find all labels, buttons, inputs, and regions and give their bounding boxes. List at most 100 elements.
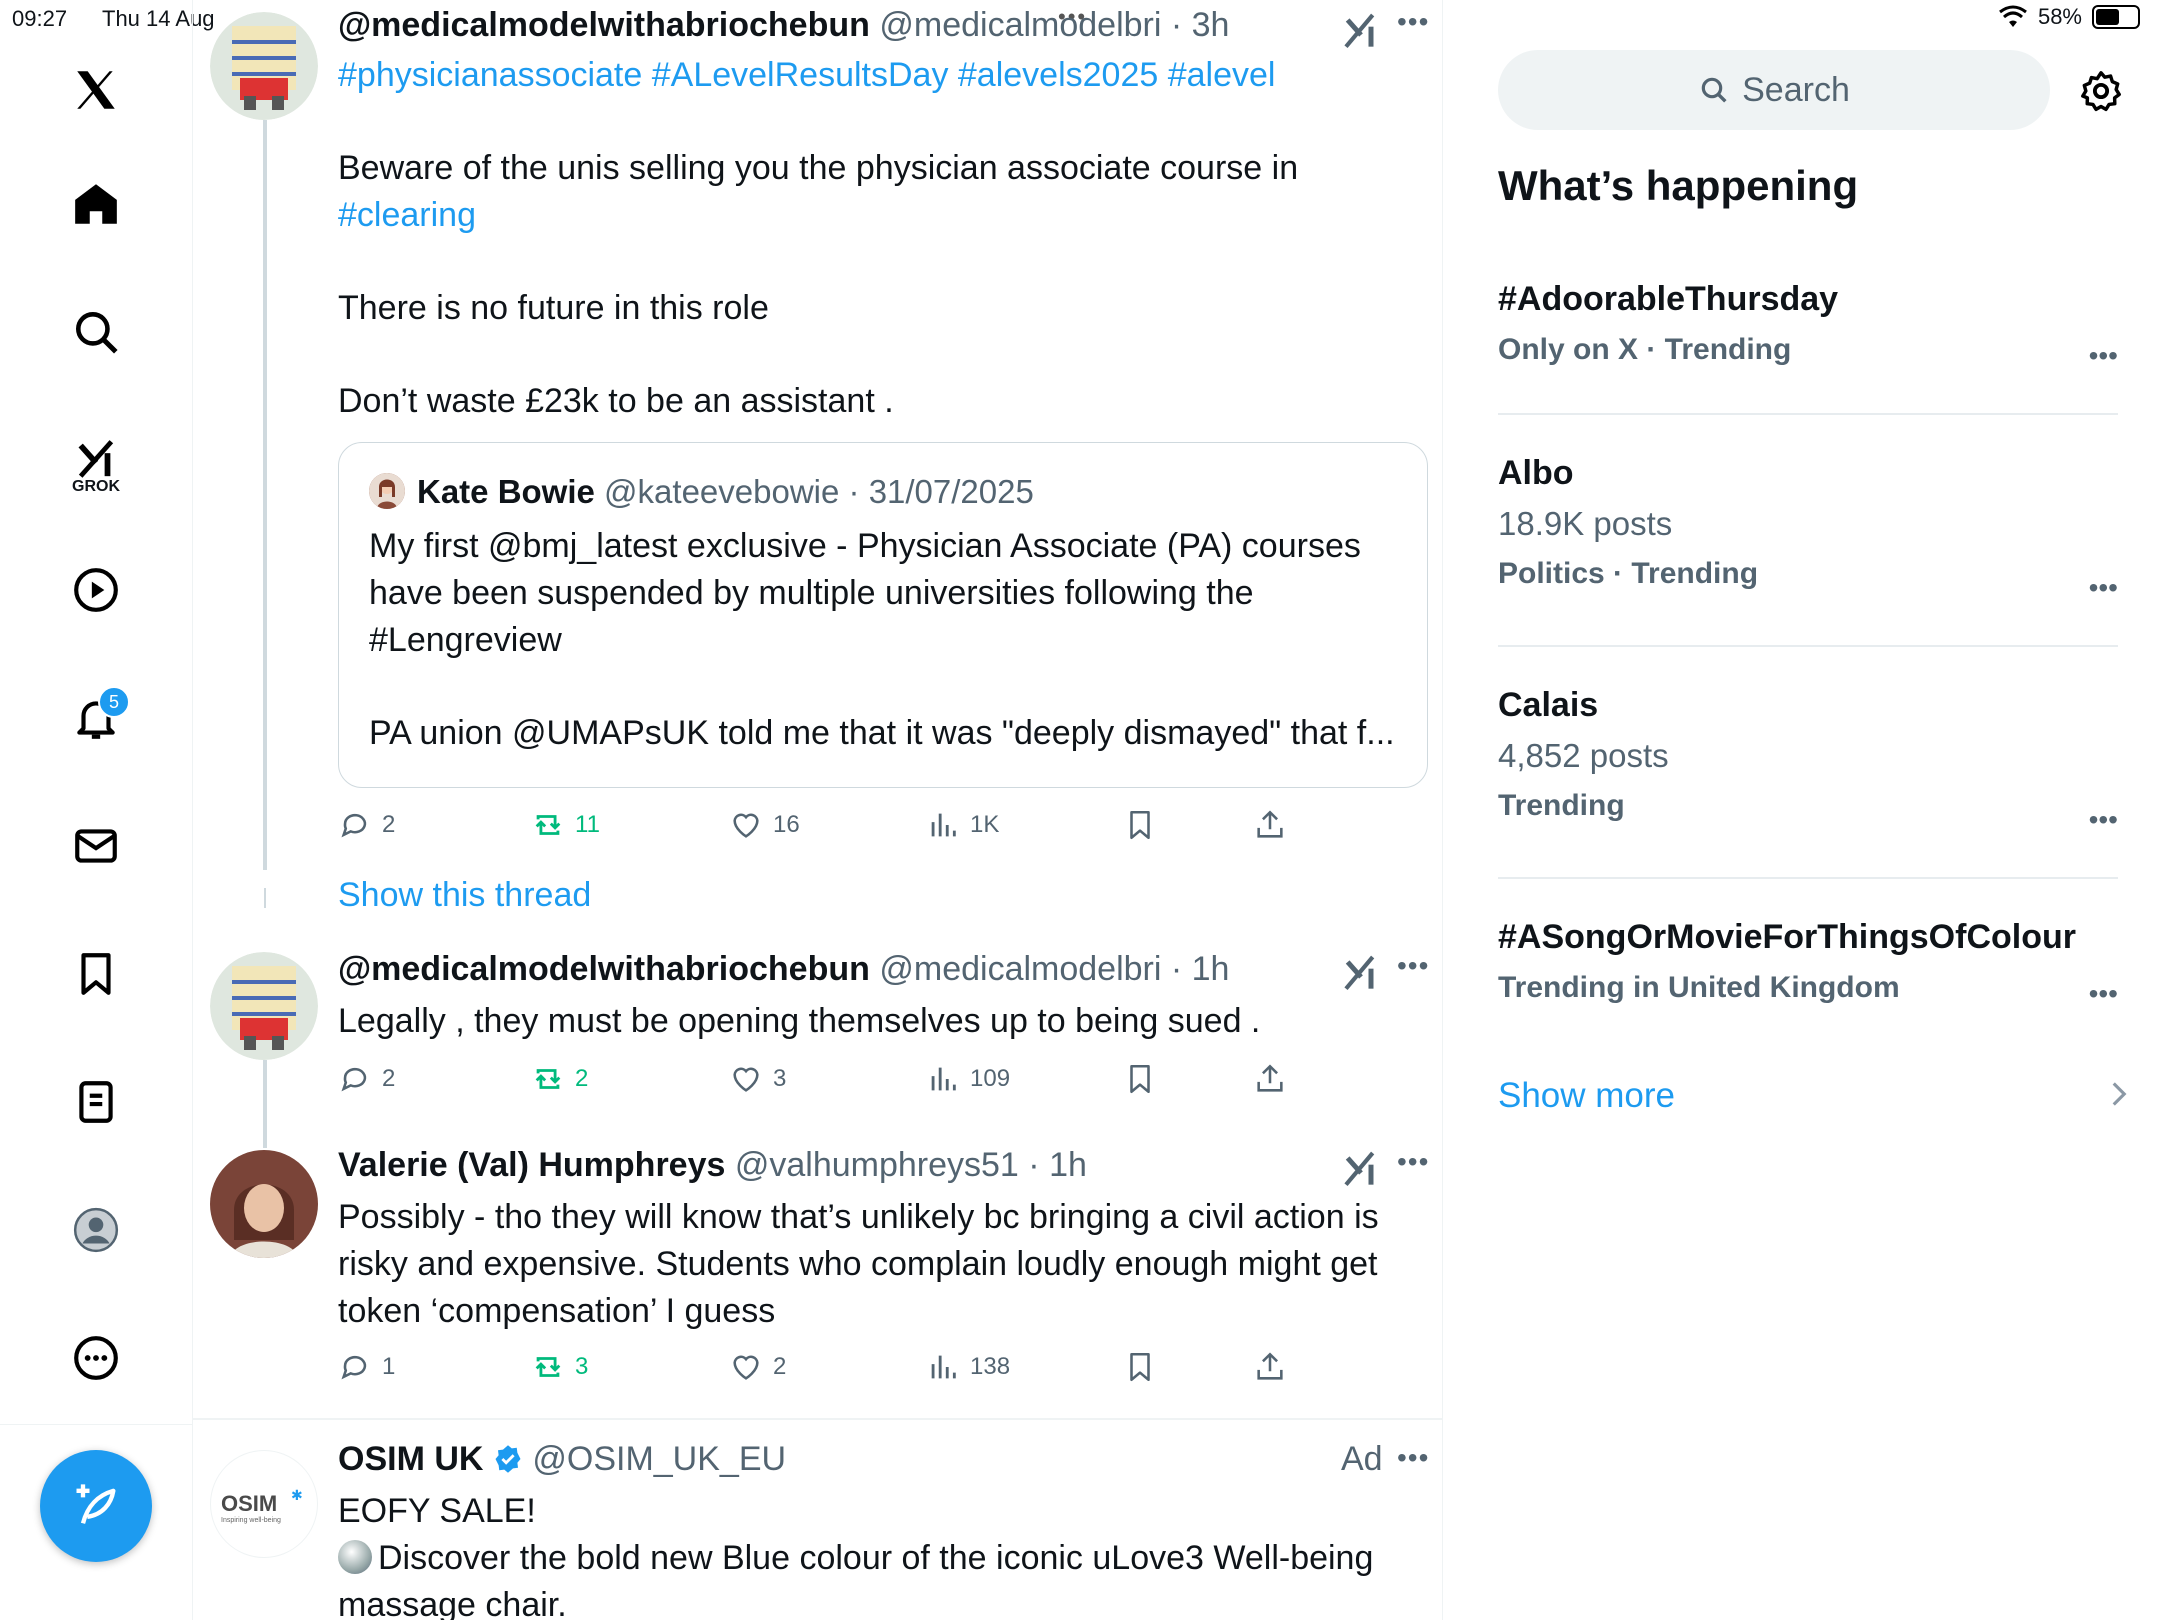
hashtag-link[interactable]: #clearing (338, 192, 1418, 239)
trend-more-icon[interactable]: ••• (2089, 804, 2118, 836)
like-button[interactable]: 2 (729, 1350, 786, 1384)
tweet-actions: 2 11 16 1K (338, 808, 1338, 848)
tweet-more-icon[interactable]: ••• (1397, 950, 1429, 982)
heart-icon (733, 813, 759, 838)
author-handle[interactable]: @OSIM_UK_EU (532, 1440, 786, 1478)
trend-divider (1498, 413, 2118, 415)
right-sidebar: Search What’s happening #AdoorableThursd… (1444, 0, 2160, 1620)
heart-icon (733, 1067, 759, 1092)
home-icon[interactable] (56, 164, 136, 244)
repost-button[interactable]: 3 (531, 1350, 588, 1384)
author-name[interactable]: Valerie (Val) Humphreys (338, 1146, 725, 1184)
repost-button[interactable]: 2 (531, 1062, 588, 1096)
quote-paragraph: My first @bmj_latest exclusive - Physici… (369, 527, 1361, 659)
author-name[interactable]: @medicalmodelwithabriochebun (338, 6, 870, 44)
reply-icon (341, 1067, 367, 1092)
tweet-time[interactable]: 3h (1192, 6, 1230, 44)
bookmark-button[interactable] (1123, 1350, 1157, 1384)
like-count: 2 (773, 1353, 787, 1380)
tweet-more-icon[interactable]: ••• (1397, 1442, 1429, 1474)
repost-icon (535, 1357, 561, 1377)
like-button[interactable]: 16 (729, 808, 800, 842)
like-button[interactable]: 3 (729, 1062, 786, 1096)
tweet-actions: 2 2 3 109 (338, 1062, 1338, 1102)
reply-icon (341, 1355, 367, 1380)
author-handle[interactable]: @valhumphreys51 (735, 1146, 1019, 1184)
views-button[interactable]: 109 (926, 1062, 1010, 1096)
repost-icon (535, 815, 561, 835)
show-more-link[interactable]: Show more (1498, 1076, 1675, 1116)
profile-avatar[interactable] (56, 1190, 136, 1270)
tweet-actions: 1 3 2 138 (338, 1350, 1338, 1390)
trend-meta: Politics · Trending (1498, 557, 1759, 590)
chevron-right-icon[interactable] (2108, 1080, 2130, 1108)
avatar[interactable] (210, 12, 318, 120)
reply-button[interactable]: 1 (338, 1350, 395, 1384)
hashtags[interactable]: #physicianassociate #ALevelResultsDay #a… (338, 52, 1418, 99)
bookmark-button[interactable] (1123, 808, 1157, 842)
lists-icon[interactable] (56, 1062, 136, 1142)
osim-logo-mark-icon: ✱ (291, 1487, 303, 1503)
author-handle[interactable]: @medicalmodelbri (879, 6, 1161, 44)
author-name[interactable]: OSIM UK (338, 1440, 483, 1478)
time-separator: · (1161, 6, 1192, 44)
avatar[interactable]: OSIM Inspiring well-being ✱ (210, 1450, 318, 1558)
ad-body-text: Discover the bold new Blue colour of the… (338, 1539, 1374, 1620)
trend-divider (1498, 877, 2118, 879)
search-icon[interactable] (56, 292, 136, 372)
bookmarks-icon[interactable] (56, 934, 136, 1014)
author-name[interactable]: @medicalmodelwithabriochebun (338, 950, 870, 988)
trend-more-icon[interactable]: ••• (2089, 340, 2118, 372)
compose-post-button[interactable] (40, 1450, 152, 1562)
grok-icon[interactable]: GROK (56, 420, 136, 510)
repost-button[interactable]: 11 (531, 808, 600, 842)
reply-button[interactable]: 2 (338, 808, 395, 842)
thread-line-gap (264, 888, 266, 908)
trend-more-icon[interactable]: ••• (2089, 978, 2118, 1010)
trend-divider (1498, 645, 2118, 647)
time-separator: · (1018, 1146, 1050, 1184)
bookmark-icon (1130, 1352, 1150, 1382)
like-count: 16 (773, 811, 800, 838)
avatar[interactable] (210, 952, 318, 1060)
tweet-time[interactable]: 1h (1192, 950, 1230, 988)
trend-item[interactable]: #AdoorableThursday Only on X · Trending … (1498, 280, 2118, 371)
author-handle[interactable]: @medicalmodelbri (879, 950, 1161, 988)
video-icon[interactable] (56, 550, 136, 630)
heart-icon (733, 1355, 759, 1380)
tweet-header: Valerie (Val) Humphreys @valhumphreys51 … (338, 1146, 1087, 1185)
notifications-icon[interactable]: 5 (56, 678, 136, 758)
trend-item[interactable]: #ASongOrMovieForThingsOfColour Trending … (1498, 918, 2118, 1009)
trend-more-icon[interactable]: ••• (2089, 572, 2118, 604)
trend-item[interactable]: Albo 18.9K posts Politics · Trending ••• (1498, 454, 2118, 603)
quote-tweet-card[interactable]: Kate Bowie @kateevebowie · 31/07/2025 My… (338, 442, 1428, 788)
trend-meta: Trending in United Kingdom (1498, 971, 1900, 1004)
tweet-more-icon[interactable]: ••• (1397, 6, 1429, 38)
views-button[interactable]: 1K (926, 808, 999, 842)
grok-explain-icon[interactable] (1341, 10, 1381, 50)
share-button[interactable] (1253, 1350, 1287, 1384)
search-input[interactable]: Search (1498, 50, 2050, 130)
tweet-more-icon[interactable]: ••• (1397, 1146, 1429, 1178)
share-button[interactable] (1253, 1062, 1287, 1096)
more-options-icon[interactable] (56, 1318, 136, 1398)
avatar[interactable] (210, 1150, 318, 1258)
tweet-header: @medicalmodelwithabriochebun @medicalmod… (338, 6, 1229, 45)
show-thread-link[interactable]: Show this thread (338, 876, 591, 915)
trend-meta: Trending (1498, 789, 1625, 822)
grok-explain-icon[interactable] (1341, 1148, 1381, 1188)
x-logo-icon[interactable] (56, 50, 136, 130)
share-icon (1257, 1352, 1283, 1380)
search-icon (1701, 77, 1727, 103)
share-button[interactable] (1253, 808, 1287, 842)
osim-logo-tagline: Inspiring well-being (221, 1517, 281, 1524)
messages-icon[interactable] (56, 806, 136, 886)
tweet-time[interactable]: 1h (1049, 1146, 1087, 1184)
reply-button[interactable]: 2 (338, 1062, 395, 1096)
settings-gear-icon[interactable] (2078, 68, 2124, 114)
trend-item[interactable]: Calais 4,852 posts Trending ••• (1498, 686, 2118, 835)
bookmark-button[interactable] (1123, 1062, 1157, 1096)
views-button[interactable]: 138 (926, 1350, 1010, 1384)
quote-text: My first @bmj_latest exclusive - Physici… (369, 523, 1409, 757)
grok-explain-icon[interactable] (1341, 952, 1381, 992)
